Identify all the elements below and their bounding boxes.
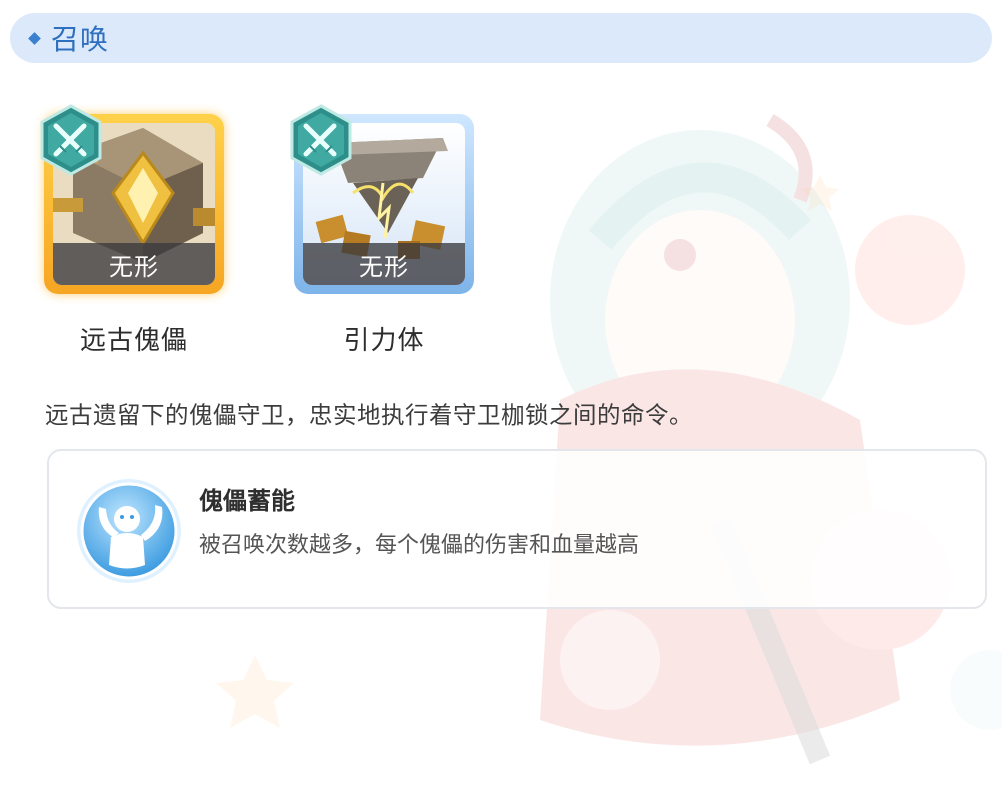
unit-description: 远古遗留下的傀儡守卫，忠实地执行着守卫枷锁之间的命令。 <box>45 401 693 429</box>
section-header: 召唤 <box>10 13 992 63</box>
unit-type-label: 无形 <box>303 243 465 285</box>
skill-name: 傀儡蓄能 <box>199 487 295 515</box>
skill-card: 傀儡蓄能 被召唤次数越多，每个傀儡的伤害和血量越高 <box>47 449 987 609</box>
skill-description: 被召唤次数越多，每个傀儡的伤害和血量越高 <box>199 533 640 558</box>
unit-type-label: 无形 <box>53 243 215 285</box>
crossed-swords-badge-icon <box>290 104 352 176</box>
unit-name: 远古傀儡 <box>79 326 188 356</box>
section-title: 召唤 <box>51 23 110 56</box>
diamond-bullet-icon <box>28 31 41 45</box>
cheering-figure-icon <box>77 479 181 583</box>
crossed-swords-badge-icon <box>40 104 102 176</box>
unit-name: 引力体 <box>343 326 425 356</box>
